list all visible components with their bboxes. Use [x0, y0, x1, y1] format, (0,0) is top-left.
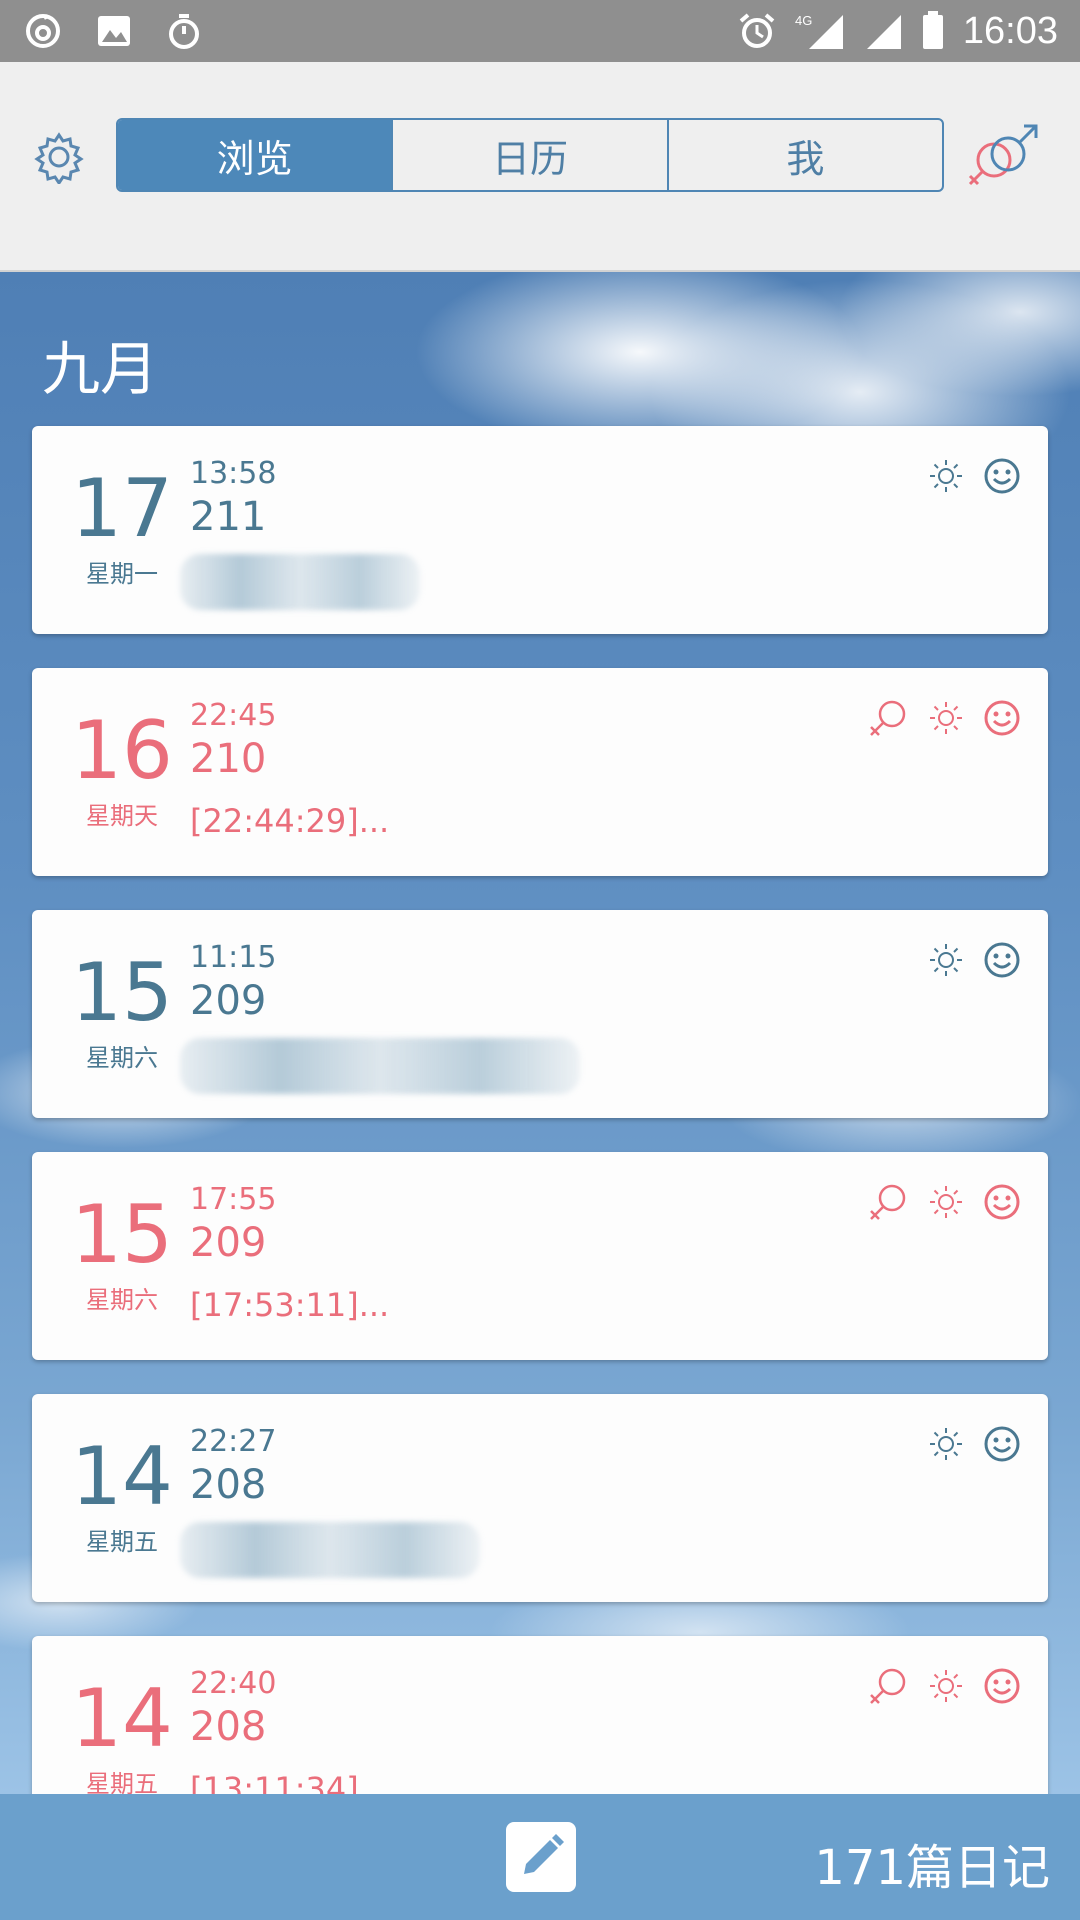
entry-day: 14: [71, 1430, 173, 1523]
entry-day: 15: [71, 1188, 173, 1281]
diary-entry[interactable]: 15 星期六 17:55 209 [17:53:11]...: [32, 1152, 1048, 1360]
smiley-icon: [982, 456, 1022, 496]
entry-time: 13:58: [190, 456, 277, 491]
entry-preview-redacted: [180, 554, 420, 610]
female-icon: [866, 1182, 910, 1222]
entry-weekday: 星期五: [86, 1770, 158, 1794]
status-bar: 4G 16:03: [0, 0, 1080, 62]
entry-number: 209: [190, 978, 267, 1024]
write-diary-pencil-icon[interactable]: [506, 1822, 576, 1892]
bottom-bar: 171篇日记: [0, 1794, 1080, 1920]
battery-icon: [921, 11, 945, 51]
entry-icons: [928, 1424, 1022, 1464]
entry-icons: [866, 1182, 1022, 1222]
entry-icons: [928, 940, 1022, 980]
smiley-icon: [982, 1424, 1022, 1464]
tab-calendar[interactable]: 日历: [393, 120, 669, 190]
entry-weekday: 星期六: [86, 1044, 158, 1072]
diary-entry[interactable]: 16 星期天 22:45 210 [22:44:29]...: [32, 668, 1048, 876]
sun-icon: [928, 1668, 964, 1704]
entry-icons: [928, 456, 1022, 496]
entry-icons: [866, 1666, 1022, 1706]
gender-switch-icon[interactable]: [964, 122, 1044, 192]
signal-4g-icon: 4G: [795, 11, 845, 51]
smiley-icon: [982, 940, 1022, 980]
top-bar: 浏览 日历 我: [0, 62, 1080, 272]
alarm-icon: [737, 11, 777, 51]
entry-number: 208: [190, 1462, 267, 1508]
diary-entry[interactable]: 15 星期六 11:15 209: [32, 910, 1048, 1118]
view-tabs: 浏览 日历 我: [116, 118, 944, 192]
sun-icon: [928, 458, 964, 494]
female-icon: [866, 1666, 910, 1706]
entry-time: 22:40: [190, 1666, 277, 1701]
entry-number: 208: [190, 1704, 267, 1750]
entry-time: 17:55: [190, 1182, 277, 1217]
diary-count: 171篇日记: [814, 1840, 1050, 1896]
diary-entry[interactable]: 17 星期一 13:58 211: [32, 426, 1048, 634]
entry-preview: [13:11:34]: [190, 1770, 359, 1794]
tab-browse[interactable]: 浏览: [118, 120, 394, 190]
diary-entry[interactable]: 14 星期五 22:27 208: [32, 1394, 1048, 1602]
entry-number: 210: [190, 736, 267, 782]
smiley-icon: [982, 1182, 1022, 1222]
gallery-icon: [96, 14, 132, 48]
svg-text:4G: 4G: [795, 13, 812, 28]
entry-weekday: 星期五: [86, 1528, 158, 1556]
entry-preview-redacted: [180, 1038, 580, 1094]
entry-icons: [866, 698, 1022, 738]
signal-icon: [863, 11, 903, 51]
entry-day: 15: [71, 946, 173, 1039]
entry-weekday: 星期一: [86, 560, 158, 588]
entry-number: 209: [190, 1220, 267, 1266]
entry-time: 11:15: [190, 940, 277, 975]
diary-entry[interactable]: 14 星期五 22:40 208 [13:11:34]: [32, 1636, 1048, 1794]
smiley-icon: [982, 698, 1022, 738]
diary-list[interactable]: 九月 17 星期一 13:58 211 16 星期天 22:45 210 [22:44:29].…: [0, 272, 1080, 1794]
sun-icon: [928, 1426, 964, 1462]
entry-time: 22:27: [190, 1424, 277, 1459]
entry-time: 22:45: [190, 698, 277, 733]
entry-day: 17: [71, 462, 173, 555]
netease-music-icon: [24, 12, 62, 50]
month-header: 九月: [42, 335, 159, 403]
tab-me[interactable]: 我: [669, 120, 942, 190]
settings-gear-icon[interactable]: [32, 130, 86, 186]
entry-preview-redacted: [180, 1522, 480, 1578]
clock: 16:03: [962, 9, 1058, 52]
smiley-icon: [982, 1666, 1022, 1706]
entry-number: 211: [190, 494, 267, 540]
entry-preview: [17:53:11]...: [190, 1286, 390, 1324]
female-icon: [866, 698, 910, 738]
stopwatch-icon: [166, 12, 202, 50]
entry-day: 16: [71, 704, 173, 797]
entry-weekday: 星期天: [86, 802, 158, 830]
entry-preview: [22:44:29]...: [190, 802, 390, 840]
entry-day: 14: [71, 1672, 173, 1765]
sun-icon: [928, 942, 964, 978]
sun-icon: [928, 1184, 964, 1220]
entry-weekday: 星期六: [86, 1286, 158, 1314]
sun-icon: [928, 700, 964, 736]
